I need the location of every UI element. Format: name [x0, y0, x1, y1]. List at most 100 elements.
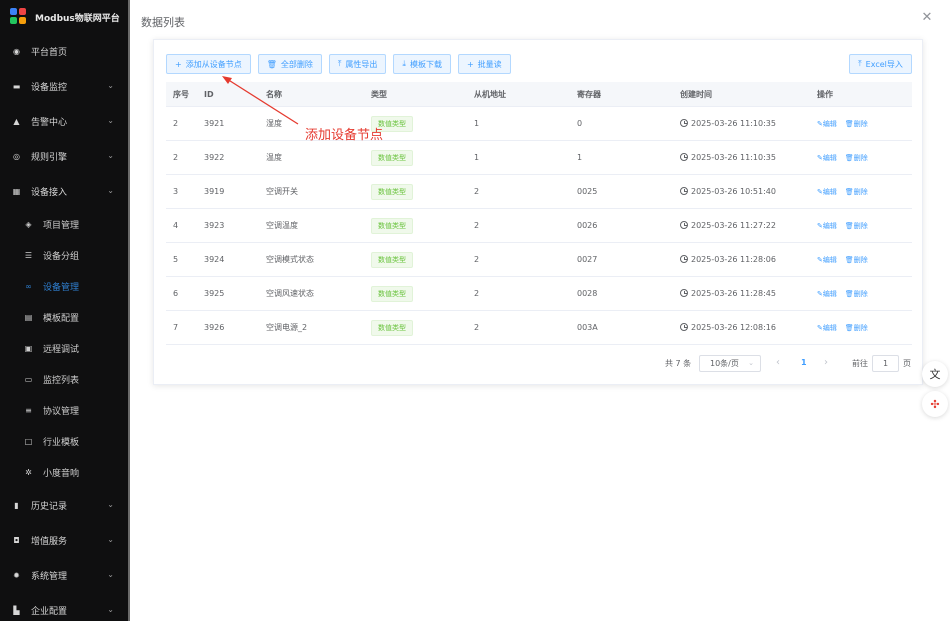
- sidebar-item-3[interactable]: ◎ 规则引擎 ⌄: [0, 139, 128, 174]
- sidebar-item-2[interactable]: ▲ 告警中心 ⌄: [0, 104, 128, 139]
- page-size-select[interactable]: 10条/页 ⌄: [699, 355, 761, 372]
- cell-type: 数值类型: [364, 217, 467, 234]
- sidebar-subitem-6[interactable]: ≡ 协议管理: [0, 395, 128, 426]
- edit-button[interactable]: ✎编辑: [817, 324, 837, 332]
- cell-slave: 1: [474, 119, 480, 128]
- cell-reg: 0028: [577, 289, 598, 298]
- cell-id: 3926: [204, 323, 225, 332]
- page-number-current[interactable]: 1: [801, 358, 807, 367]
- download-icon: ⤓: [402, 59, 406, 68]
- column-header: 序号: [173, 89, 189, 99]
- sidebar-subitem-2[interactable]: ∞ 设备管理: [0, 271, 128, 302]
- export-attributes-button[interactable]: ⤒ 属性导出: [328, 54, 387, 74]
- clock-icon: [680, 153, 688, 161]
- gift-icon: ◘: [13, 536, 20, 545]
- sidebar-subitem-8[interactable]: ✲ 小度音响: [0, 457, 128, 488]
- cell-slave: 2: [474, 255, 480, 264]
- delete-all-button[interactable]: 🗑 全部删除: [257, 54, 322, 74]
- edit-button[interactable]: ✎编辑: [817, 188, 837, 196]
- table-row: 4 3923 空调温度 数值类型 2 0026 2025-03-26 11:27:22 ✎编辑…: [166, 209, 912, 243]
- delete-button[interactable]: 🗑删除: [845, 120, 868, 128]
- edit-button[interactable]: ✎编辑: [817, 120, 837, 128]
- goto-label: 前往: [852, 359, 868, 368]
- sidebar-bottom-item-2[interactable]: ✹ 系统管理 ⌄: [0, 558, 128, 593]
- cell-slave: 1: [474, 153, 480, 162]
- sidebar-subitem-4[interactable]: ▣ 远程调试: [0, 333, 128, 364]
- sidebar-item-label: 系统管理: [31, 572, 68, 582]
- created-time: 2025-03-26 11:10:35: [691, 153, 776, 162]
- delete-button[interactable]: 🗑删除: [845, 290, 868, 298]
- edit-button[interactable]: ✎编辑: [817, 154, 837, 162]
- data-list-dialog: 数据列表 ✕ + 添加从设备节点 🗑 全部删除 ⤒ 属性导出 ⤓ 模板下载 + 批量读 ⤒ Exc…: [130, 0, 950, 621]
- sidebar-item-0[interactable]: ◉ 平台首页: [0, 34, 128, 69]
- sidebar: Modbus物联网平台 ◉ 平台首页 ▬ 设备监控 ⌄ ▲ 告警中心 ⌄ ◎ 规则引擎 ⌄ ▦ 设备接入…: [0, 0, 128, 621]
- translate-float-button[interactable]: 文: [922, 361, 948, 387]
- table-row: 5 3924 空调模式状态 数值类型 2 0027 2025-03-26 11:28:06 ✎…: [166, 243, 912, 277]
- speaker-icon: ✲: [25, 468, 32, 477]
- delete-button[interactable]: 🗑删除: [845, 188, 868, 196]
- chevron-down-icon: ⌄: [107, 186, 114, 195]
- layers-icon: ◈: [25, 220, 32, 229]
- sidebar-subitem-0[interactable]: ◈ 项目管理: [0, 209, 128, 240]
- table-row: 2 3921 湿度 数值类型 1 0 2025-03-26 11:10:35 ✎编辑 🗑删除: [166, 107, 912, 141]
- cell-idx: 2: [173, 119, 179, 128]
- cell-actions: ✎编辑 🗑删除: [810, 255, 912, 265]
- board-icon: □: [24, 437, 33, 446]
- cell-slave: 2: [474, 289, 480, 298]
- batch-read-button[interactable]: + 批量读: [457, 54, 511, 74]
- excel-import-button[interactable]: ⤒ Excel导入: [849, 54, 912, 74]
- chevron-down-icon: ⌄: [107, 605, 114, 614]
- delete-button[interactable]: 🗑删除: [845, 222, 868, 230]
- cell-actions: ✎编辑 🗑删除: [810, 187, 912, 197]
- delete-button[interactable]: 🗑删除: [845, 154, 868, 162]
- sidebar-item-4[interactable]: ▦ 设备接入 ⌄: [0, 174, 128, 209]
- column-header: 寄存器: [577, 89, 601, 99]
- column-header: 创建时间: [680, 89, 712, 99]
- edit-button[interactable]: ✎编辑: [817, 290, 837, 298]
- prev-page-button[interactable]: ‹: [776, 357, 780, 368]
- sidebar-subitem-5[interactable]: ▭ 监控列表: [0, 364, 128, 395]
- add-slave-node-button[interactable]: + 添加从设备节点: [166, 54, 251, 74]
- brand[interactable]: Modbus物联网平台: [0, 0, 128, 34]
- template-download-button[interactable]: ⤓ 模板下载: [393, 54, 451, 74]
- dashboard-icon: ◉: [13, 47, 20, 56]
- cell-slave: 2: [474, 323, 480, 332]
- sidebar-item-label: 平台首页: [31, 48, 68, 58]
- plugin-float-button[interactable]: ✣: [922, 391, 948, 417]
- sidebar-subitem-label: 行业模板: [43, 438, 80, 448]
- goto-page-input[interactable]: 1: [872, 355, 899, 372]
- created-time: 2025-03-26 11:10:35: [691, 119, 776, 128]
- sidebar-subitem-3[interactable]: ▤ 模板配置: [0, 302, 128, 333]
- plus-icon: +: [175, 59, 182, 69]
- sidebar-subitem-label: 远程调试: [43, 345, 80, 355]
- table-row: 2 3922 温度 数值类型 1 1 2025-03-26 11:10:35 ✎编辑 🗑删除: [166, 141, 912, 175]
- cell-time: 2025-03-26 12:08:16: [673, 323, 810, 332]
- sidebar-item-label: 告警中心: [31, 118, 68, 128]
- edit-button[interactable]: ✎编辑: [817, 222, 837, 230]
- bell-icon: ▲: [13, 117, 20, 126]
- translate-icon: 文: [929, 368, 941, 381]
- type-tag: 数值类型: [371, 285, 413, 302]
- delete-button[interactable]: 🗑删除: [845, 256, 868, 264]
- cell-idx: 3: [173, 187, 179, 196]
- next-page-button[interactable]: ›: [824, 357, 828, 368]
- sidebar-bottom-item-1[interactable]: ◘ 增值服务 ⌄: [0, 523, 128, 558]
- close-icon[interactable]: ✕: [920, 11, 934, 25]
- excel-import-label: Excel导入: [865, 59, 903, 69]
- sidebar-bottom-item-3[interactable]: ▙ 企业配置 ⌄: [0, 593, 128, 621]
- sidebar-subitem-1[interactable]: ☰ 设备分组: [0, 240, 128, 271]
- cell-id: 3921: [204, 119, 225, 128]
- edit-button[interactable]: ✎编辑: [817, 256, 837, 264]
- pagination-total: 共 7 条: [665, 359, 692, 368]
- plus-icon: +: [466, 59, 474, 69]
- sidebar-item-1[interactable]: ▬ 设备监控 ⌄: [0, 69, 128, 104]
- button-label: 模板下载: [409, 59, 442, 69]
- sidebar-item-label: 历史记录: [31, 502, 68, 512]
- sidebar-subitem-7[interactable]: □ 行业模板: [0, 426, 128, 457]
- clock-icon: [680, 119, 688, 127]
- clock-icon: [680, 289, 688, 297]
- cell-time: 2025-03-26 11:28:06: [673, 255, 810, 264]
- cell-actions: ✎编辑 🗑删除: [810, 323, 912, 333]
- delete-button[interactable]: 🗑删除: [845, 324, 868, 332]
- sidebar-bottom-item-0[interactable]: ▮ 历史记录 ⌄: [0, 488, 128, 523]
